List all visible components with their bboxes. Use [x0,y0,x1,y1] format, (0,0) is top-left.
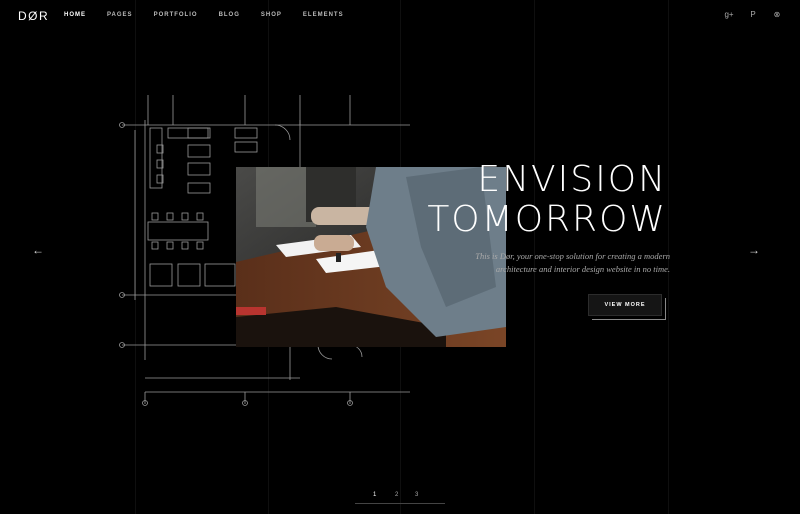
page-3[interactable]: 3 [415,492,418,498]
view-more-button[interactable]: VIEW MORE [588,294,662,316]
slider-pagination: 1 2 3 [355,492,445,508]
pagination-line [355,503,445,504]
arrow-right-icon[interactable]: → [748,243,760,257]
hero-subtitle: This is Dør, your one-stop solution for … [475,251,670,274]
hero-title: ENVISION TOMORROW [427,160,667,240]
arrow-left-icon[interactable]: ← [32,243,44,257]
page-1[interactable]: 1 [373,492,376,498]
page-2[interactable]: 2 [395,492,398,498]
hero-title-line-1: ENVISION [477,159,667,200]
hero-title-line-2: TOMORROW [427,199,667,240]
